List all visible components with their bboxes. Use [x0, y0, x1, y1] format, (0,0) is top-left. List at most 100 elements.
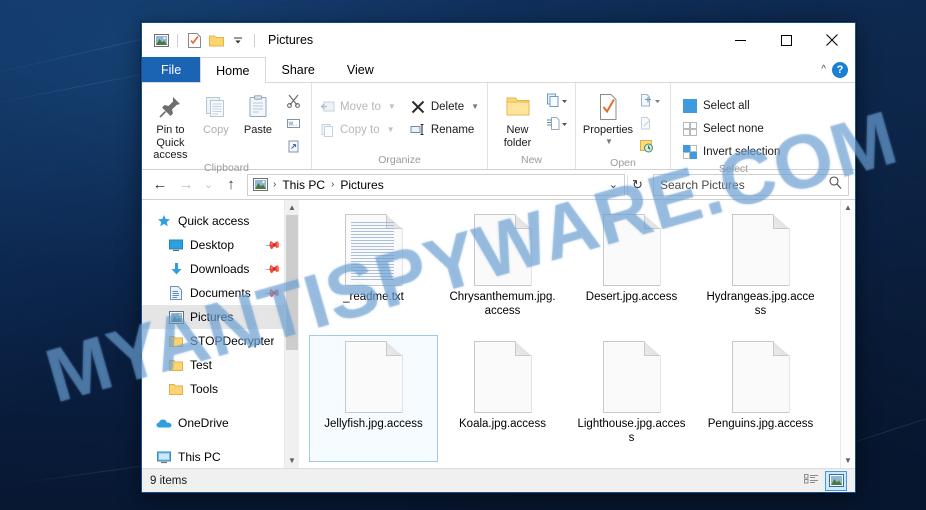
- ribbon-controls: ^ ?: [821, 57, 855, 82]
- tab-home[interactable]: Home: [200, 57, 266, 83]
- file-item-chrysanthemum[interactable]: Chrysanthemum.jpg.access: [438, 208, 567, 335]
- new-mini-buttons: [543, 86, 571, 134]
- copy-path-icon[interactable]: W...: [282, 113, 304, 134]
- pin-icon: [157, 90, 183, 124]
- refresh-button[interactable]: ↻: [627, 174, 647, 195]
- sidebar-item-this-pc[interactable]: This PC: [142, 445, 284, 469]
- scroll-track[interactable]: [285, 215, 299, 453]
- file-name: Koala.jpg.access: [459, 418, 546, 430]
- pictures-library-icon[interactable]: [150, 29, 172, 51]
- breadcrumb-item-pictures[interactable]: Pictures: [337, 178, 386, 192]
- file-item-desert[interactable]: Desert.jpg.access: [567, 208, 696, 335]
- easy-access-icon[interactable]: [546, 113, 568, 134]
- chevron-down-icon[interactable]: ▼: [471, 102, 479, 111]
- edit-icon[interactable]: [639, 113, 661, 134]
- file-item-penguins[interactable]: Penguins.jpg.access: [696, 335, 825, 462]
- properties-button[interactable]: Properties ▼: [580, 86, 636, 146]
- pin-to-quick-access-button[interactable]: Pin to Quick access: [146, 86, 195, 162]
- status-bar: 9 items: [142, 468, 855, 492]
- quick-access-toolbar: [142, 23, 260, 57]
- file-item-hydrangeas[interactable]: Hydrangeas.jpg.access: [696, 208, 825, 335]
- item-count-label: 9 items: [150, 474, 188, 487]
- large-icons-view-button[interactable]: [825, 470, 847, 491]
- copy-button[interactable]: Copy: [195, 86, 237, 137]
- chevron-up-icon[interactable]: ^: [821, 64, 826, 75]
- navigation-pane-scrollbar[interactable]: ▲ ▼: [284, 200, 299, 468]
- new-folder-button[interactable]: New folder: [492, 86, 543, 149]
- sidebar-item-tools[interactable]: Tools: [142, 377, 284, 401]
- scroll-down-icon[interactable]: ▼: [841, 453, 855, 468]
- file-list-scrollbar[interactable]: ▲ ▼: [840, 200, 855, 468]
- new-item-icon[interactable]: [546, 90, 568, 111]
- help-icon[interactable]: ?: [832, 61, 848, 78]
- sidebar-item-test[interactable]: Test: [142, 353, 284, 377]
- scroll-up-icon[interactable]: ▲: [841, 200, 855, 215]
- svg-text:W...: W...: [288, 122, 297, 128]
- minimize-button[interactable]: [717, 23, 763, 57]
- file-list-view[interactable]: _readme.txt Chrysanthemum.jpg.access Des…: [299, 200, 840, 468]
- address-dropdown-icon[interactable]: ⌄: [609, 178, 618, 191]
- generic-file-icon: [731, 341, 790, 413]
- paste-button[interactable]: Paste: [237, 86, 279, 137]
- pin-icon[interactable]: 📌: [264, 236, 283, 254]
- breadcrumb-item-this-pc[interactable]: This PC: [279, 178, 328, 192]
- sidebar-item-stopdecrypter[interactable]: STOPDecrypter: [142, 329, 284, 353]
- chevron-down-icon[interactable]: ▼: [388, 102, 396, 111]
- file-item-lighthouse[interactable]: Lighthouse.jpg.access: [567, 335, 696, 462]
- copy-to-button[interactable]: Copy to ▼: [316, 118, 401, 141]
- select-all-button[interactable]: Select all: [679, 94, 785, 117]
- sidebar-item-documents[interactable]: Documents 📌: [142, 281, 284, 305]
- invert-selection-label: Invert selection: [703, 145, 781, 158]
- move-to-button[interactable]: Move to ▼: [316, 95, 401, 118]
- chevron-down-icon[interactable]: ▼: [387, 125, 395, 134]
- close-button[interactable]: [809, 23, 855, 57]
- folder-icon: [168, 381, 184, 397]
- new-folder-icon[interactable]: [205, 29, 227, 51]
- chevron-down-icon[interactable]: ▼: [605, 137, 613, 146]
- file-item-jellyfish[interactable]: Jellyfish.jpg.access: [309, 335, 438, 462]
- details-view-button[interactable]: [800, 471, 822, 491]
- sidebar-item-pictures[interactable]: Pictures: [142, 305, 284, 329]
- sidebar-item-quick-access[interactable]: Quick access: [142, 209, 284, 233]
- sidebar-label: Test: [190, 358, 213, 372]
- search-icon[interactable]: [829, 175, 842, 194]
- sidebar-item-onedrive[interactable]: OneDrive: [142, 411, 284, 435]
- ribbon-group-open: Properties ▼ Open: [576, 83, 671, 169]
- documents-icon: [168, 285, 184, 301]
- open-mini-buttons: [636, 86, 664, 157]
- pin-icon[interactable]: 📌: [264, 284, 283, 302]
- cut-icon[interactable]: [282, 90, 304, 111]
- select-none-button[interactable]: Select none: [679, 117, 785, 140]
- search-input[interactable]: Search Pictures: [660, 178, 829, 192]
- sidebar-item-desktop[interactable]: Desktop 📌: [142, 233, 284, 257]
- maximize-button[interactable]: [763, 23, 809, 57]
- file-item-koala[interactable]: Koala.jpg.access: [438, 335, 567, 462]
- tab-file[interactable]: File: [142, 57, 201, 82]
- rename-button[interactable]: Rename: [407, 118, 484, 141]
- file-name: Jellyfish.jpg.access: [324, 418, 423, 430]
- qat-separator: [254, 33, 255, 47]
- scroll-track[interactable]: [841, 215, 855, 453]
- history-icon[interactable]: [639, 136, 661, 157]
- tab-share[interactable]: Share: [266, 57, 331, 82]
- invert-selection-button[interactable]: Invert selection: [679, 140, 785, 163]
- delete-button[interactable]: Delete ▼: [407, 95, 484, 118]
- open-with-icon[interactable]: [639, 90, 661, 111]
- paste-shortcut-icon[interactable]: [282, 136, 304, 157]
- properties-icon[interactable]: [183, 29, 205, 51]
- scroll-thumb[interactable]: [286, 215, 298, 350]
- customize-qat-icon[interactable]: [227, 29, 249, 51]
- scroll-down-icon[interactable]: ▼: [285, 453, 299, 468]
- pictures-library-icon[interactable]: [251, 178, 270, 191]
- folder-icon: [503, 90, 533, 124]
- text-file-icon: [344, 214, 403, 286]
- sidebar-label: Documents: [190, 286, 251, 300]
- paste-label: Paste: [243, 124, 273, 136]
- scroll-up-icon[interactable]: ▲: [285, 200, 299, 215]
- sidebar-item-downloads[interactable]: Downloads 📌: [142, 257, 284, 281]
- pin-icon[interactable]: 📌: [264, 260, 283, 278]
- delete-x-icon: [410, 99, 426, 115]
- tab-view[interactable]: View: [331, 57, 390, 82]
- file-item-readme[interactable]: _readme.txt: [309, 208, 438, 335]
- explorer-body: Quick access Desktop 📌 Downloads 📌 Docum…: [142, 200, 855, 468]
